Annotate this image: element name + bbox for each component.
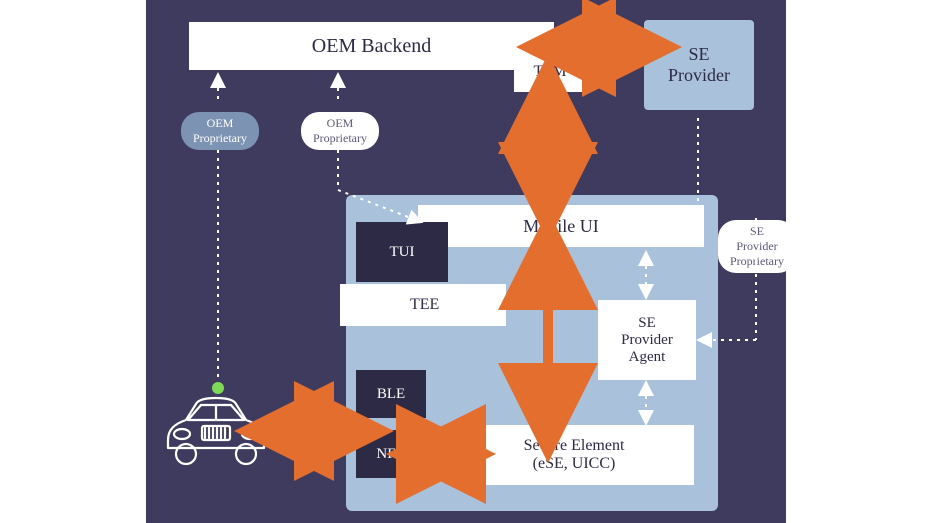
label-oem-proprietary-1: OEMProprietary — [181, 112, 259, 150]
box-nfc: NFC — [356, 430, 426, 478]
box-tui: TUI — [356, 222, 448, 282]
diagram-canvas: OEM Backend TSM SEProvider Mobile UI TEE… — [146, 0, 786, 523]
box-mobile-ui: Mobile UI — [418, 205, 704, 247]
box-tee: TEE — [340, 284, 506, 326]
car-icon — [156, 390, 276, 470]
box-se-provider-agent: SEProviderAgent — [598, 300, 696, 380]
box-tsm: TSM — [514, 52, 586, 92]
label-se-provider-proprietary: SE ProviderProprietary — [718, 220, 796, 273]
box-secure-element: Secure Element(eSE, UICC) — [454, 425, 694, 485]
label-oem-proprietary-2: OEMProprietary — [301, 112, 379, 150]
box-oem-backend: OEM Backend — [189, 22, 554, 70]
box-ble: BLE — [356, 370, 426, 418]
box-se-provider: SEProvider — [644, 20, 754, 110]
